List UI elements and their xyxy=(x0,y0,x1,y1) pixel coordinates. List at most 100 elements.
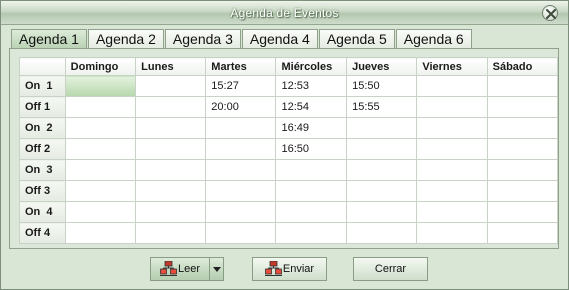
time-cell[interactable] xyxy=(64,222,137,244)
time-cell[interactable] xyxy=(64,96,137,118)
table-row: Off 2 16:50 xyxy=(19,138,559,160)
time-cell[interactable] xyxy=(416,159,488,181)
time-cell[interactable] xyxy=(416,201,488,223)
time-cell[interactable] xyxy=(416,75,488,97)
time-cell[interactable]: 16:49 xyxy=(275,117,348,139)
time-cell[interactable] xyxy=(205,117,277,139)
row-header: On 2 xyxy=(19,117,66,139)
table-header-row: Domingo Lunes Martes Miércoles Jueves Viernes… xyxy=(19,57,559,76)
time-cell[interactable] xyxy=(486,222,559,244)
time-cell[interactable]: 12:54 xyxy=(275,96,348,118)
schedule-table: Domingo Lunes Martes Miércoles Jueves Viernes… xyxy=(19,57,559,244)
time-cell[interactable] xyxy=(275,222,348,244)
time-cell[interactable] xyxy=(416,222,488,244)
time-cell[interactable] xyxy=(416,180,488,202)
time-cell[interactable] xyxy=(486,75,559,97)
time-cell[interactable] xyxy=(135,117,207,139)
time-cell[interactable] xyxy=(346,117,418,139)
time-cell[interactable] xyxy=(346,201,418,223)
time-cell[interactable]: 16:50 xyxy=(275,138,348,160)
time-cell[interactable] xyxy=(486,138,559,160)
tab-agenda-2[interactable]: Agenda 2 xyxy=(87,29,164,49)
leer-dropdown-button[interactable] xyxy=(209,257,224,281)
tab-agenda-4[interactable]: Agenda 4 xyxy=(241,29,318,49)
enviar-button[interactable]: Enviar xyxy=(252,257,327,281)
time-cell[interactable] xyxy=(135,75,207,97)
table-row: On 3 xyxy=(19,159,559,181)
tab-agenda-1[interactable]: Agenda 1 xyxy=(11,29,87,50)
time-cell[interactable] xyxy=(346,222,418,244)
time-cell[interactable] xyxy=(486,117,559,139)
leer-button[interactable]: Leer xyxy=(150,257,210,281)
time-cell[interactable] xyxy=(416,138,488,160)
time-cell[interactable]: 15:50 xyxy=(346,75,418,97)
time-cell[interactable] xyxy=(135,180,207,202)
column-header: Viernes xyxy=(416,57,488,76)
time-cell[interactable] xyxy=(64,201,137,223)
time-cell[interactable] xyxy=(486,180,559,202)
table-row: On 1 15:27 12:53 15:50 xyxy=(19,75,559,97)
row-header: Off 4 xyxy=(19,222,66,244)
column-header: Martes xyxy=(205,57,277,76)
agenda-window: Agenda de Eventos Agenda 1 Agenda 2 Agen… xyxy=(0,0,569,290)
row-header: Off 1 xyxy=(19,96,66,118)
time-cell[interactable] xyxy=(346,180,418,202)
title-bar[interactable]: Agenda de Eventos xyxy=(1,1,568,25)
time-cell[interactable] xyxy=(135,159,207,181)
network-read-icon xyxy=(159,260,177,284)
time-cell[interactable] xyxy=(135,201,207,223)
tab-agenda-6[interactable]: Agenda 6 xyxy=(395,29,472,49)
time-cell[interactable] xyxy=(346,159,418,181)
column-header: Jueves xyxy=(346,57,418,76)
time-cell[interactable]: 15:55 xyxy=(346,96,418,118)
time-cell[interactable] xyxy=(275,159,348,181)
row-header: On 4 xyxy=(19,201,66,223)
time-cell[interactable] xyxy=(64,117,137,139)
time-cell[interactable] xyxy=(64,138,137,160)
table-row: On 4 xyxy=(19,201,559,223)
time-cell[interactable] xyxy=(416,117,488,139)
column-header: Sábado xyxy=(486,57,559,76)
time-cell[interactable] xyxy=(205,138,277,160)
network-send-icon xyxy=(264,260,282,284)
row-header: On 3 xyxy=(19,159,66,181)
tab-bar: Agenda 1 Agenda 2 Agenda 3 Agenda 4 Agen… xyxy=(11,29,473,50)
time-cell[interactable] xyxy=(135,96,207,118)
table-row: Off 3 xyxy=(19,180,559,202)
time-cell[interactable] xyxy=(205,159,277,181)
table-row: Off 1 20:00 12:54 15:55 xyxy=(19,96,559,118)
time-cell[interactable] xyxy=(64,75,137,97)
time-cell[interactable] xyxy=(416,96,488,118)
time-cell[interactable] xyxy=(486,159,559,181)
time-cell[interactable]: 12:53 xyxy=(275,75,348,97)
cerrar-label: Cerrar xyxy=(374,263,407,275)
time-cell[interactable] xyxy=(205,180,277,202)
time-cell[interactable] xyxy=(135,138,207,160)
tab-agenda-3[interactable]: Agenda 3 xyxy=(164,29,241,49)
time-cell[interactable] xyxy=(205,201,277,223)
time-cell[interactable] xyxy=(275,180,348,202)
time-cell[interactable] xyxy=(64,159,137,181)
row-header: On 1 xyxy=(19,75,66,97)
tab-agenda-5[interactable]: Agenda 5 xyxy=(318,29,395,49)
time-cell[interactable]: 20:00 xyxy=(205,96,277,118)
time-cell[interactable] xyxy=(205,222,277,244)
time-cell[interactable] xyxy=(486,201,559,223)
time-cell[interactable] xyxy=(275,201,348,223)
time-cell[interactable]: 15:27 xyxy=(205,75,277,97)
close-button[interactable] xyxy=(542,5,558,21)
tab-panel: Domingo Lunes Martes Miércoles Jueves Viernes… xyxy=(9,48,559,249)
window-title: Agenda de Eventos xyxy=(230,6,339,20)
time-cell[interactable] xyxy=(346,138,418,160)
time-cell[interactable] xyxy=(486,96,559,118)
row-header: Off 3 xyxy=(19,180,66,202)
column-header: Lunes xyxy=(135,57,207,76)
column-header: Domingo xyxy=(64,57,137,76)
row-header: Off 2 xyxy=(19,138,66,160)
time-cell[interactable] xyxy=(135,222,207,244)
column-header: Miércoles xyxy=(275,57,348,76)
cerrar-button[interactable]: Cerrar xyxy=(353,257,428,281)
time-cell[interactable] xyxy=(64,180,137,202)
table-body: On 1 15:27 12:53 15:50 Off 1 20:00 12:54 15:55 O… xyxy=(19,75,559,244)
table-row: On 2 16:49 xyxy=(19,117,559,139)
